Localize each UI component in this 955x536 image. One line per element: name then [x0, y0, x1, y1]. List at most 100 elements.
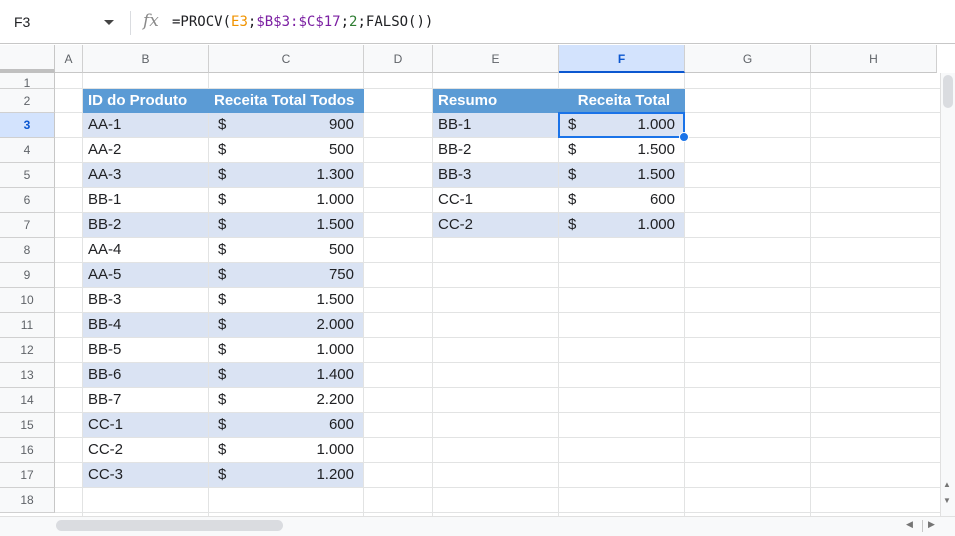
amount-value: 600: [328, 416, 354, 433]
table1-product-id[interactable]: CC-2: [83, 438, 209, 463]
column-header-h[interactable]: H: [811, 45, 937, 73]
table1-product-id[interactable]: AA-4: [83, 238, 209, 263]
table2-header-summary: Resumo: [433, 89, 559, 113]
row-header-18[interactable]: 18: [0, 488, 55, 513]
row-header-4[interactable]: 4: [0, 138, 55, 163]
scroll-down-icon[interactable]: ▼: [943, 496, 951, 505]
amount-value: 1.500: [637, 166, 675, 183]
currency-symbol: $: [218, 216, 227, 233]
table1-revenue[interactable]: $600: [209, 413, 364, 438]
currency-symbol: $: [218, 366, 227, 383]
table1-product-id[interactable]: BB-2: [83, 213, 209, 238]
column-header-d[interactable]: D: [364, 45, 433, 73]
table1-revenue[interactable]: $1.500: [209, 213, 364, 238]
amount-value: 1.000: [316, 191, 354, 208]
table1-header-id: ID do Produto: [83, 89, 209, 113]
currency-symbol: $: [218, 466, 227, 483]
table1-product-id[interactable]: BB-1: [83, 188, 209, 213]
table1-revenue[interactable]: $1.500: [209, 288, 364, 313]
amount-value: 1.000: [316, 441, 354, 458]
row-header-12[interactable]: 12: [0, 338, 55, 363]
select-all-corner[interactable]: [0, 45, 55, 73]
table1-product-id[interactable]: BB-3: [83, 288, 209, 313]
table1-product-id[interactable]: AA-3: [83, 163, 209, 188]
row-header-13[interactable]: 13: [0, 363, 55, 388]
amount-value: 500: [328, 141, 354, 158]
table2-summary-id[interactable]: BB-2: [433, 138, 559, 163]
chevron-down-icon[interactable]: [104, 20, 114, 25]
table2-revenue[interactable]: $1.500: [559, 163, 685, 188]
row-header-17[interactable]: 17: [0, 463, 55, 488]
scroll-up-icon[interactable]: ▲: [943, 480, 951, 489]
table1-product-id[interactable]: AA-1: [83, 113, 209, 138]
formula-part: ;FALSO()): [357, 14, 434, 30]
row-header-9[interactable]: 9: [0, 263, 55, 288]
scroll-left-icon[interactable]: ◀: [906, 519, 913, 530]
table1-revenue[interactable]: $2.200: [209, 388, 364, 413]
column-header-g[interactable]: G: [685, 45, 811, 73]
table1-revenue[interactable]: $1.000: [209, 438, 364, 463]
row-header-8[interactable]: 8: [0, 238, 55, 263]
row-header-1[interactable]: 1: [0, 73, 55, 90]
table2-revenue[interactable]: $1.500: [559, 138, 685, 163]
row-header-14[interactable]: 14: [0, 388, 55, 413]
row-header-6[interactable]: 6: [0, 188, 55, 213]
row-header-11[interactable]: 11: [0, 313, 55, 338]
table2-summary-id[interactable]: BB-1: [433, 113, 559, 138]
table1-revenue[interactable]: $2.000: [209, 313, 364, 338]
formula-part: =PROCV(: [172, 14, 232, 30]
row-header-15[interactable]: 15: [0, 413, 55, 438]
horizontal-scroll-thumb[interactable]: [56, 520, 283, 531]
column-header-f[interactable]: F: [559, 45, 685, 73]
row-header-5[interactable]: 5: [0, 163, 55, 188]
table1-product-id[interactable]: BB-7: [83, 388, 209, 413]
table1-product-id[interactable]: CC-1: [83, 413, 209, 438]
formula-ref-e3: E3: [231, 14, 248, 30]
row-header-16[interactable]: 16: [0, 438, 55, 463]
row-header-2[interactable]: 2: [0, 89, 55, 113]
formula-input[interactable]: =PROCV(E3;$B$3:$C$17;2;FALSO()): [172, 14, 433, 30]
table1-revenue[interactable]: $1.200: [209, 463, 364, 488]
column-header-a[interactable]: A: [55, 45, 83, 73]
table2-revenue[interactable]: $1.000: [559, 213, 685, 238]
table1-revenue[interactable]: $750: [209, 263, 364, 288]
table1-product-id[interactable]: CC-3: [83, 463, 209, 488]
table1-revenue[interactable]: $1.300: [209, 163, 364, 188]
table1-product-id[interactable]: BB-6: [83, 363, 209, 388]
row-header-10[interactable]: 10: [0, 288, 55, 313]
table2-summary-id[interactable]: CC-1: [433, 188, 559, 213]
row-header-3[interactable]: 3: [0, 113, 55, 138]
column-header-b[interactable]: B: [83, 45, 209, 73]
amount-value: 1.500: [637, 141, 675, 158]
table1-revenue[interactable]: $1.000: [209, 338, 364, 363]
column-header-c[interactable]: C: [209, 45, 364, 73]
table1-revenue[interactable]: $1.000: [209, 188, 364, 213]
currency-symbol: $: [568, 216, 577, 233]
vertical-scroll-thumb[interactable]: [943, 75, 953, 108]
currency-symbol: $: [568, 141, 577, 158]
table2-summary-id[interactable]: BB-3: [433, 163, 559, 188]
table1-revenue[interactable]: $900: [209, 113, 364, 138]
currency-symbol: $: [218, 291, 227, 308]
table1-product-id[interactable]: BB-4: [83, 313, 209, 338]
table2-summary-id[interactable]: CC-2: [433, 213, 559, 238]
formula-bar: F3 fx =PROCV(E3;$B$3:$C$17;2;FALSO()): [0, 0, 955, 44]
vertical-scrollbar[interactable]: [940, 73, 955, 516]
table2-revenue[interactable]: $600: [559, 188, 685, 213]
table1-revenue[interactable]: $1.400: [209, 363, 364, 388]
amount-value: 2.000: [316, 316, 354, 333]
amount-value: 1.500: [316, 291, 354, 308]
selected-cell-f3[interactable]: [558, 112, 685, 138]
table1-revenue[interactable]: $500: [209, 238, 364, 263]
currency-symbol: $: [218, 341, 227, 358]
table1-product-id[interactable]: AA-2: [83, 138, 209, 163]
currency-symbol: $: [218, 241, 227, 258]
fill-handle[interactable]: [679, 132, 689, 142]
table1-revenue[interactable]: $500: [209, 138, 364, 163]
column-header-e[interactable]: E: [433, 45, 559, 73]
name-box[interactable]: F3: [0, 9, 128, 35]
row-header-7[interactable]: 7: [0, 213, 55, 238]
scroll-right-icon[interactable]: ▶: [928, 519, 935, 530]
table1-product-id[interactable]: BB-5: [83, 338, 209, 363]
table1-product-id[interactable]: AA-5: [83, 263, 209, 288]
